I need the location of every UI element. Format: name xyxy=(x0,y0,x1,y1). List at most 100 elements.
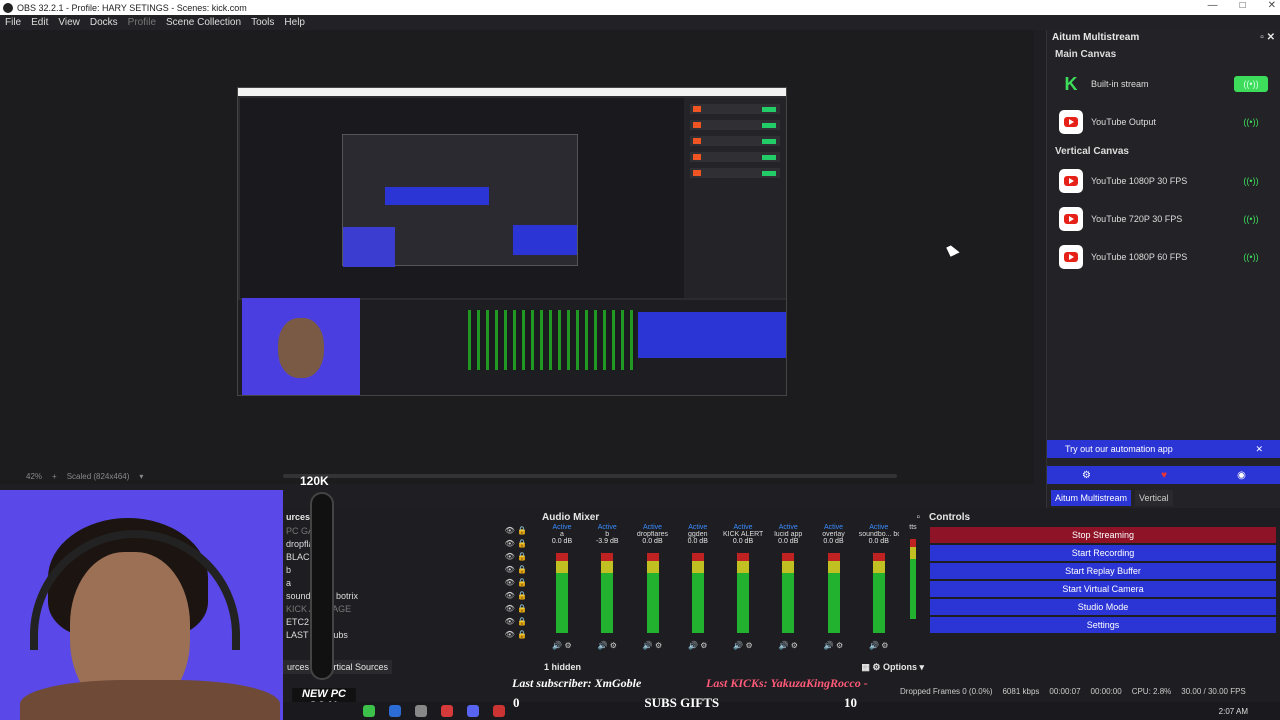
captured-row xyxy=(690,136,780,146)
visibility-lock-icons[interactable]: 👁 🔒 xyxy=(505,630,527,639)
studio-mode-button[interactable]: Studio Mode xyxy=(930,599,1276,615)
channel-name: ggden xyxy=(688,531,708,538)
volume-meter[interactable] xyxy=(872,553,885,633)
mute-icon[interactable]: 🔊 ⚙ xyxy=(869,641,888,650)
gear-icon[interactable]: ⚙ xyxy=(1082,470,1091,481)
stream-toggle-button[interactable]: ((•)) xyxy=(1234,173,1268,189)
visibility-lock-icons[interactable]: 👁 🔒 xyxy=(505,552,527,561)
mixer-options-button[interactable]: ▦ ⚙ Options ▾ xyxy=(861,662,924,673)
mute-icon[interactable]: 🔊 ⚙ xyxy=(733,641,752,650)
volume-meter[interactable] xyxy=(782,553,795,633)
menu-file[interactable]: File xyxy=(5,17,21,28)
dock-float-close-icons[interactable]: ▫ ✕ xyxy=(1260,32,1275,43)
tab-vertical[interactable]: Vertical xyxy=(1135,490,1173,506)
output-label: Built-in stream xyxy=(1091,79,1149,89)
visibility-lock-icons[interactable]: 👁 🔒 xyxy=(505,591,527,600)
captured-face xyxy=(278,318,324,378)
volume-meter[interactable] xyxy=(737,553,749,633)
menu-help[interactable]: Help xyxy=(284,17,305,28)
automation-promo[interactable]: Try out our automation app ✕ xyxy=(1047,440,1280,458)
obs-taskbar-icon[interactable] xyxy=(493,705,505,717)
close-icon[interactable]: ✕ xyxy=(1255,444,1263,455)
subs-target: 10 xyxy=(843,695,857,710)
app-icon[interactable] xyxy=(389,705,401,717)
menu-edit[interactable]: Edit xyxy=(31,17,48,28)
mute-icon[interactable]: 🔊 ⚙ xyxy=(643,641,662,650)
settings-button[interactable]: Settings xyxy=(930,617,1276,633)
channel-name: lucid app xyxy=(774,531,803,538)
mixer-footer: 1 hidden ▦ ⚙ Options ▾ xyxy=(544,662,924,673)
mute-icon[interactable]: 🔊 ⚙ xyxy=(824,641,843,650)
volume-meter[interactable] xyxy=(601,553,614,633)
stream-toggle-button[interactable]: ((•)) xyxy=(1234,211,1268,227)
maximize-icon[interactable]: □ xyxy=(1240,0,1246,11)
kick-icon: K xyxy=(1064,73,1078,94)
heart-icon[interactable]: ♥ xyxy=(1161,470,1167,481)
tab-sources[interactable]: urces xyxy=(283,660,314,674)
channel-db: 0.0 dB xyxy=(642,538,663,545)
preview-scrollbar[interactable] xyxy=(283,474,897,478)
source-label: b xyxy=(286,564,292,575)
channel-db: 0.0 dB xyxy=(778,538,799,545)
taskbar-clock[interactable]: 2:07 AM xyxy=(1219,707,1248,716)
captured-row xyxy=(690,168,780,178)
volume-meter[interactable] xyxy=(646,553,659,633)
browser-icon[interactable] xyxy=(441,705,453,717)
zoom-level[interactable]: 42% xyxy=(26,472,42,481)
close-icon[interactable]: ✕ xyxy=(1268,0,1276,11)
volume-meter[interactable] xyxy=(556,553,568,633)
mute-icon[interactable]: 🔊 ⚙ xyxy=(598,641,617,650)
discord-icon[interactable] xyxy=(467,705,479,717)
multistream-dock: Aitum Multistream ▫ ✕ Main Canvas K Buil… xyxy=(1046,30,1280,508)
zoom-in-icon[interactable]: + xyxy=(52,472,57,481)
scaled-size: Scaled (824x464) xyxy=(66,471,130,481)
mixer-channel: Active ggden 0.0 dB 🔊 ⚙ xyxy=(678,524,718,654)
chevron-down-icon[interactable]: ▾ xyxy=(139,472,143,481)
menu-scene-collection[interactable]: Scene Collection xyxy=(166,17,241,28)
visibility-lock-icons[interactable]: 👁 🔒 xyxy=(505,565,527,574)
mute-icon[interactable]: 🔊 ⚙ xyxy=(688,641,707,650)
youtube-icon xyxy=(1059,110,1083,134)
mixer-channel: Activesoundbo... botrix0.0 dB 🔊 ⚙ xyxy=(859,524,899,654)
stream-toggle-button[interactable]: ((•)) xyxy=(1234,76,1268,92)
preview-screen-capture[interactable] xyxy=(237,87,787,396)
spotify-icon[interactable] xyxy=(363,705,375,717)
mute-icon[interactable]: 🔊 ⚙ xyxy=(779,641,798,650)
menu-tools[interactable]: Tools xyxy=(251,17,274,28)
menu-docks[interactable]: Docks xyxy=(90,17,118,28)
fps: 30.00 / 30.00 FPS xyxy=(1181,686,1246,696)
volume-meter[interactable] xyxy=(827,553,840,633)
visibility-lock-icons[interactable]: 👁 🔒 xyxy=(505,578,527,587)
visibility-lock-icons[interactable]: 👁 🔒 xyxy=(505,604,527,613)
start-virtual-camera-button[interactable]: Start Virtual Camera xyxy=(930,581,1276,597)
webcam-overlay xyxy=(0,490,283,720)
stop-streaming-button[interactable]: Stop Streaming xyxy=(930,527,1276,543)
discord-icon[interactable]: ◉ xyxy=(1237,470,1246,481)
dock-float-icon[interactable]: ▫ xyxy=(916,512,920,523)
volume-meter[interactable] xyxy=(910,539,916,619)
start-replay-buffer-button[interactable]: Start Replay Buffer xyxy=(930,563,1276,579)
stream-toggle-button[interactable]: ((•)) xyxy=(1234,114,1268,130)
channel-name: a xyxy=(560,531,564,538)
menu-view[interactable]: View xyxy=(58,17,80,28)
channel-status: Active xyxy=(733,524,753,531)
nested-blue-block-2 xyxy=(513,225,577,255)
hidden-count[interactable]: 1 hidden xyxy=(544,662,581,673)
menu-bar: File Edit View Docks Profile Scene Colle… xyxy=(0,15,1280,30)
captured-webcam xyxy=(242,298,360,395)
app-icon[interactable] xyxy=(415,705,427,717)
stream-toggle-button[interactable]: ((•)) xyxy=(1234,249,1268,265)
obs-status-bar: Dropped Frames 0 (0.0%) 6081 kbps 00:00:… xyxy=(900,684,1280,698)
tab-aitum-multistream[interactable]: Aitum Multistream xyxy=(1051,490,1132,506)
visibility-lock-icons[interactable]: 👁 🔒 xyxy=(505,539,527,548)
mute-icon[interactable]: 🔊 ⚙ xyxy=(552,641,571,650)
visibility-lock-icons[interactable]: 👁 🔒 xyxy=(505,526,527,535)
captured-row xyxy=(690,104,780,114)
minimize-icon[interactable]: — xyxy=(1208,0,1218,11)
visibility-lock-icons[interactable]: 👁 🔒 xyxy=(505,617,527,626)
start-recording-button[interactable]: Start Recording xyxy=(930,545,1276,561)
channel-name: dropflares xyxy=(636,531,669,538)
menu-profile[interactable]: Profile xyxy=(128,17,156,28)
volume-meter[interactable] xyxy=(691,553,704,633)
mixer-channels: Active a 0.0 dB 🔊 ⚙ Active b -3.9 dB 🔊 ⚙ Activ… xyxy=(542,524,922,654)
